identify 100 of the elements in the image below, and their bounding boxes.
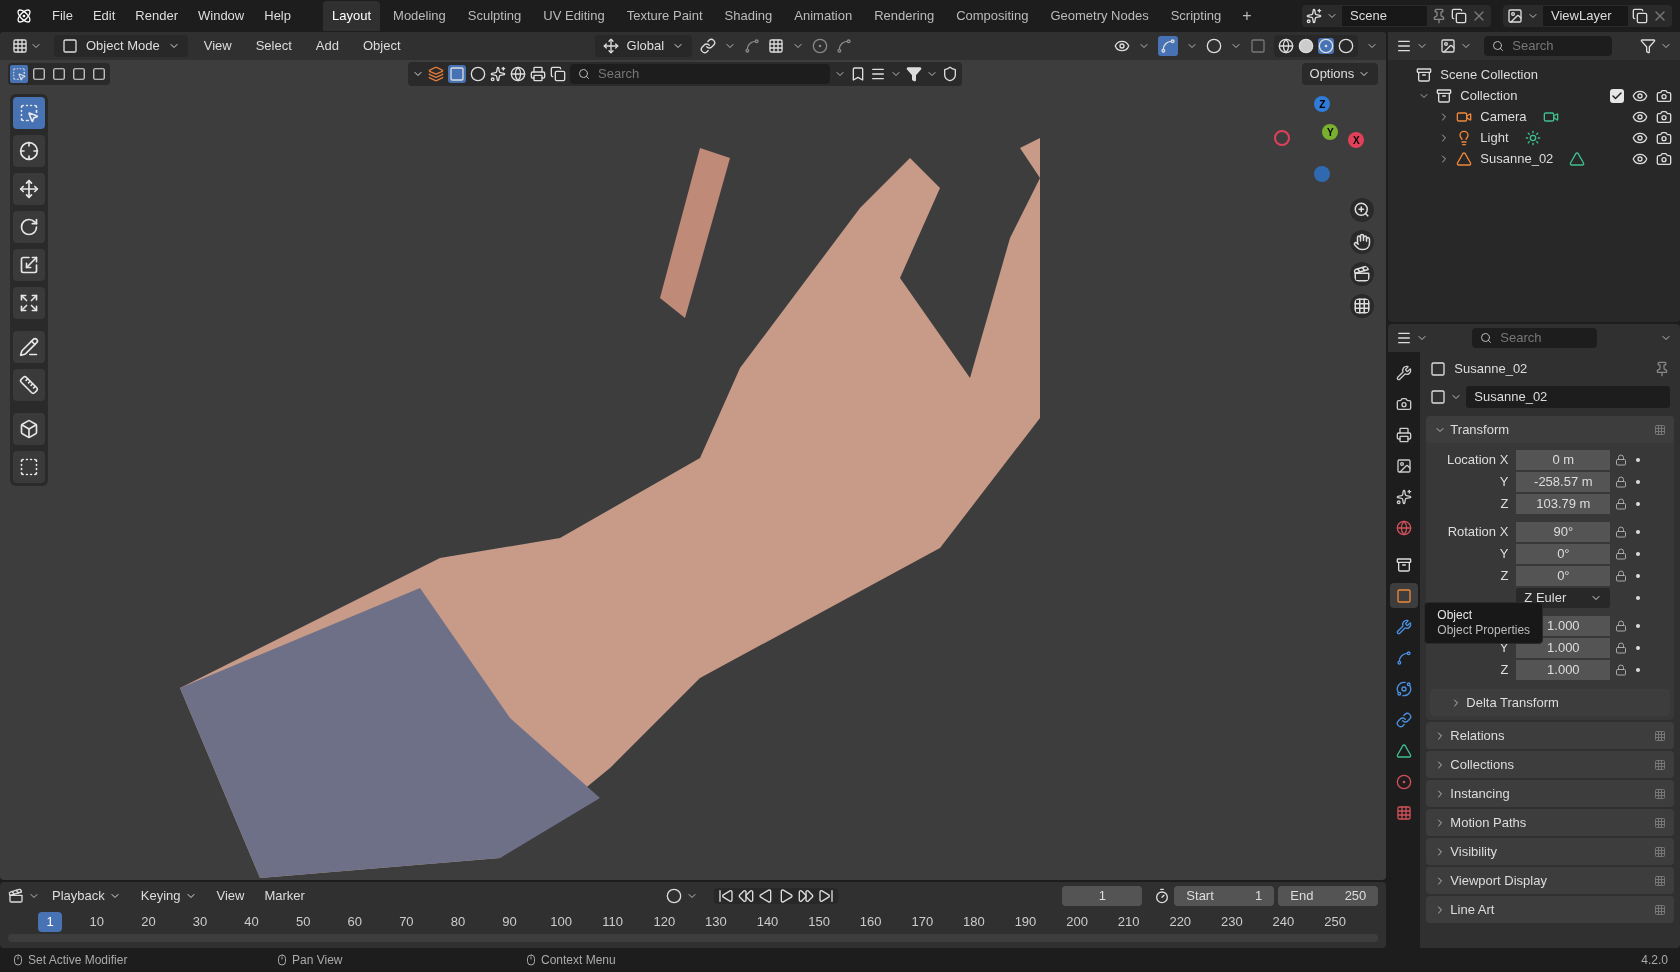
- drag-handle-icon[interactable]: [1654, 816, 1666, 829]
- frame-number[interactable]: 70: [380, 912, 433, 932]
- frame-number[interactable]: 140: [741, 912, 794, 932]
- lock-icon[interactable]: [1615, 570, 1628, 582]
- drag-handle-icon[interactable]: [1654, 423, 1666, 436]
- scene-field[interactable]: Scene: [1342, 6, 1427, 26]
- tool-button[interactable]: [13, 369, 45, 401]
- panel-title[interactable]: Relations: [1450, 725, 1505, 746]
- frame-number[interactable]: 80: [432, 912, 484, 932]
- grid-icon[interactable]: [1350, 294, 1375, 318]
- frame-number[interactable]: 210: [1102, 912, 1155, 932]
- frame-number[interactable]: 90: [483, 912, 536, 932]
- lock-icon[interactable]: [1615, 642, 1628, 654]
- app-logo-icon[interactable]: [16, 8, 32, 24]
- frame-number[interactable]: 130: [690, 912, 742, 932]
- frame-number[interactable]: 120: [638, 912, 691, 932]
- autokey-icon[interactable]: [665, 888, 682, 904]
- solid-icon[interactable]: [1298, 38, 1315, 54]
- workspace-tab[interactable]: Texture Paint: [617, 1, 712, 31]
- panel-title[interactable]: Instancing: [1450, 783, 1510, 804]
- number-field[interactable]: 103.79 m: [1516, 494, 1611, 514]
- frame-number[interactable]: 40: [225, 912, 278, 932]
- current-frame-field[interactable]: 1: [1062, 886, 1143, 906]
- drag-handle-icon[interactable]: [1654, 729, 1666, 742]
- menu-item[interactable]: Add: [307, 36, 347, 56]
- editor-type-icon[interactable]: [8, 888, 24, 904]
- outliner-item[interactable]: Collection: [1460, 85, 1518, 106]
- frame-number[interactable]: 50: [277, 912, 329, 932]
- frame-number[interactable]: 180: [948, 912, 1000, 932]
- frame-number[interactable]: 220: [1154, 912, 1207, 932]
- tool-button[interactable]: [13, 97, 45, 129]
- frame-number[interactable]: 1: [38, 912, 62, 932]
- tool-button[interactable]: [13, 249, 45, 281]
- workspace-tab[interactable]: Modeling: [384, 1, 455, 31]
- editor-type-icon[interactable]: [1396, 330, 1413, 346]
- object-filter-icon[interactable]: [449, 66, 465, 82]
- workspace-tab[interactable]: Shading: [715, 1, 782, 31]
- object-icon[interactable]: [1430, 389, 1447, 405]
- menu-item[interactable]: View: [208, 886, 253, 906]
- number-field[interactable]: 0°: [1516, 544, 1611, 564]
- frame-number[interactable]: 150: [793, 912, 845, 932]
- outliner-item[interactable]: Scene Collection: [1440, 64, 1538, 85]
- drag-handle-icon[interactable]: [1654, 903, 1666, 916]
- frame-number[interactable]: 190: [999, 912, 1052, 932]
- timer-icon[interactable]: [1154, 888, 1171, 904]
- drag-handle-icon[interactable]: [1654, 874, 1666, 887]
- rotation-mode-dropdown[interactable]: Z Euler: [1516, 588, 1611, 608]
- menu-item[interactable]: Render: [127, 2, 186, 30]
- outliner-item[interactable]: Light: [1480, 127, 1509, 148]
- menu-item[interactable]: File: [44, 2, 81, 30]
- render-camera-icon[interactable]: [1656, 87, 1672, 104]
- tool-button[interactable]: [13, 135, 45, 167]
- panel-title[interactable]: Transform: [1450, 419, 1510, 440]
- hand-icon[interactable]: [1350, 230, 1375, 254]
- number-field[interactable]: 0 m: [1516, 450, 1611, 470]
- drag-handle-icon[interactable]: [1654, 787, 1666, 800]
- search-field[interactable]: Search: [570, 64, 830, 84]
- shield-icon[interactable]: [942, 66, 958, 82]
- workspace-tab[interactable]: UV Editing: [534, 1, 614, 31]
- add-workspace-button[interactable]: +: [1234, 4, 1260, 28]
- lock-icon[interactable]: [1615, 664, 1628, 676]
- visibility-icon[interactable]: [1114, 38, 1131, 54]
- gizmo-toggle-icon[interactable]: [1160, 38, 1177, 54]
- camera-view-icon[interactable]: [1350, 262, 1375, 286]
- tool-button[interactable]: [13, 287, 45, 319]
- rendered-icon[interactable]: [1338, 38, 1355, 54]
- pin-icon[interactable]: [1431, 8, 1447, 24]
- number-field[interactable]: 1.000: [1516, 660, 1611, 680]
- menu-item[interactable]: Object: [354, 36, 409, 56]
- drag-handle-icon[interactable]: [1654, 845, 1666, 858]
- view-layer-icon[interactable]: [1507, 8, 1523, 24]
- workspace-tab[interactable]: Layout: [323, 1, 381, 31]
- selection-mode-icon[interactable]: [12, 67, 26, 81]
- name-field[interactable]: Susanne_02: [1466, 386, 1670, 408]
- frame-number[interactable]: 60: [328, 912, 381, 932]
- menu-item[interactable]: Keying: [132, 886, 205, 906]
- editor-type-icon[interactable]: [12, 38, 28, 54]
- play-reverse-icon[interactable]: [757, 888, 774, 904]
- tool-button[interactable]: [13, 211, 45, 243]
- menu-item[interactable]: Marker: [256, 886, 313, 906]
- menu-item[interactable]: Playback: [44, 886, 129, 906]
- number-field[interactable]: 90°: [1516, 522, 1611, 542]
- selection-mode-icon[interactable]: [32, 67, 46, 81]
- jump-end-icon[interactable]: [817, 888, 834, 904]
- lock-icon[interactable]: [1615, 454, 1628, 466]
- workspace-tab[interactable]: Rendering: [865, 1, 944, 31]
- next-keyframe-icon[interactable]: [797, 888, 814, 904]
- frame-number[interactable]: 240: [1257, 912, 1310, 932]
- selection-mode-icon[interactable]: [92, 67, 106, 81]
- mode-dropdown[interactable]: Object Mode: [54, 35, 188, 57]
- negative-x-handle[interactable]: [1274, 130, 1291, 146]
- lock-icon[interactable]: [1615, 620, 1628, 632]
- selection-mode-icon[interactable]: [72, 67, 86, 81]
- tool-button[interactable]: [13, 413, 45, 445]
- workspace-tab[interactable]: Animation: [785, 1, 862, 31]
- material-preview-icon[interactable]: [1318, 38, 1335, 54]
- z-axis-handle[interactable]: Z: [1314, 96, 1331, 112]
- menu-item[interactable]: Window: [190, 2, 253, 30]
- tool-button[interactable]: [13, 331, 45, 363]
- lock-icon[interactable]: [1615, 476, 1628, 488]
